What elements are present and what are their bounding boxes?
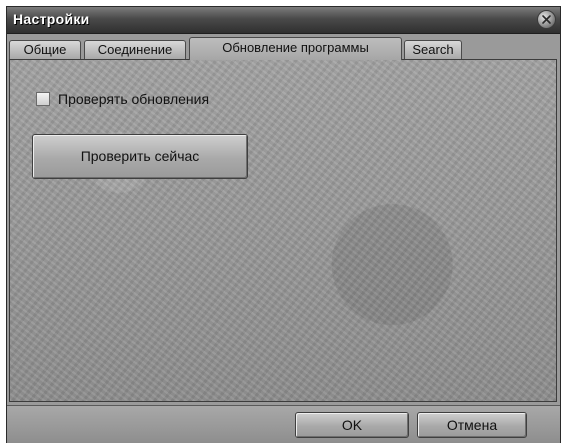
title-bar[interactable]: Настройки: [7, 7, 560, 34]
tab-search[interactable]: Search: [404, 40, 462, 59]
update-panel: Проверять обновления Проверить сейчас: [9, 59, 557, 402]
tab-bar: Общие Соединение Обновление программы Se…: [9, 37, 560, 60]
tab-program-update[interactable]: Обновление программы: [189, 37, 402, 60]
check-now-button[interactable]: Проверить сейчас: [32, 134, 248, 179]
settings-window: Настройки Общие Соединение Обновление пр…: [6, 6, 561, 443]
button-bar: OK Отмена: [7, 405, 560, 443]
close-button[interactable]: [537, 10, 556, 29]
close-icon: [542, 15, 551, 24]
check-updates-label[interactable]: Проверять обновления: [58, 90, 209, 108]
check-updates-checkbox[interactable]: [36, 92, 50, 106]
cancel-button[interactable]: Отмена: [417, 412, 527, 438]
ok-button[interactable]: OK: [295, 412, 409, 438]
tab-connection[interactable]: Соединение: [84, 40, 186, 59]
tab-general[interactable]: Общие: [9, 40, 81, 59]
window-title: Настройки: [13, 11, 90, 27]
